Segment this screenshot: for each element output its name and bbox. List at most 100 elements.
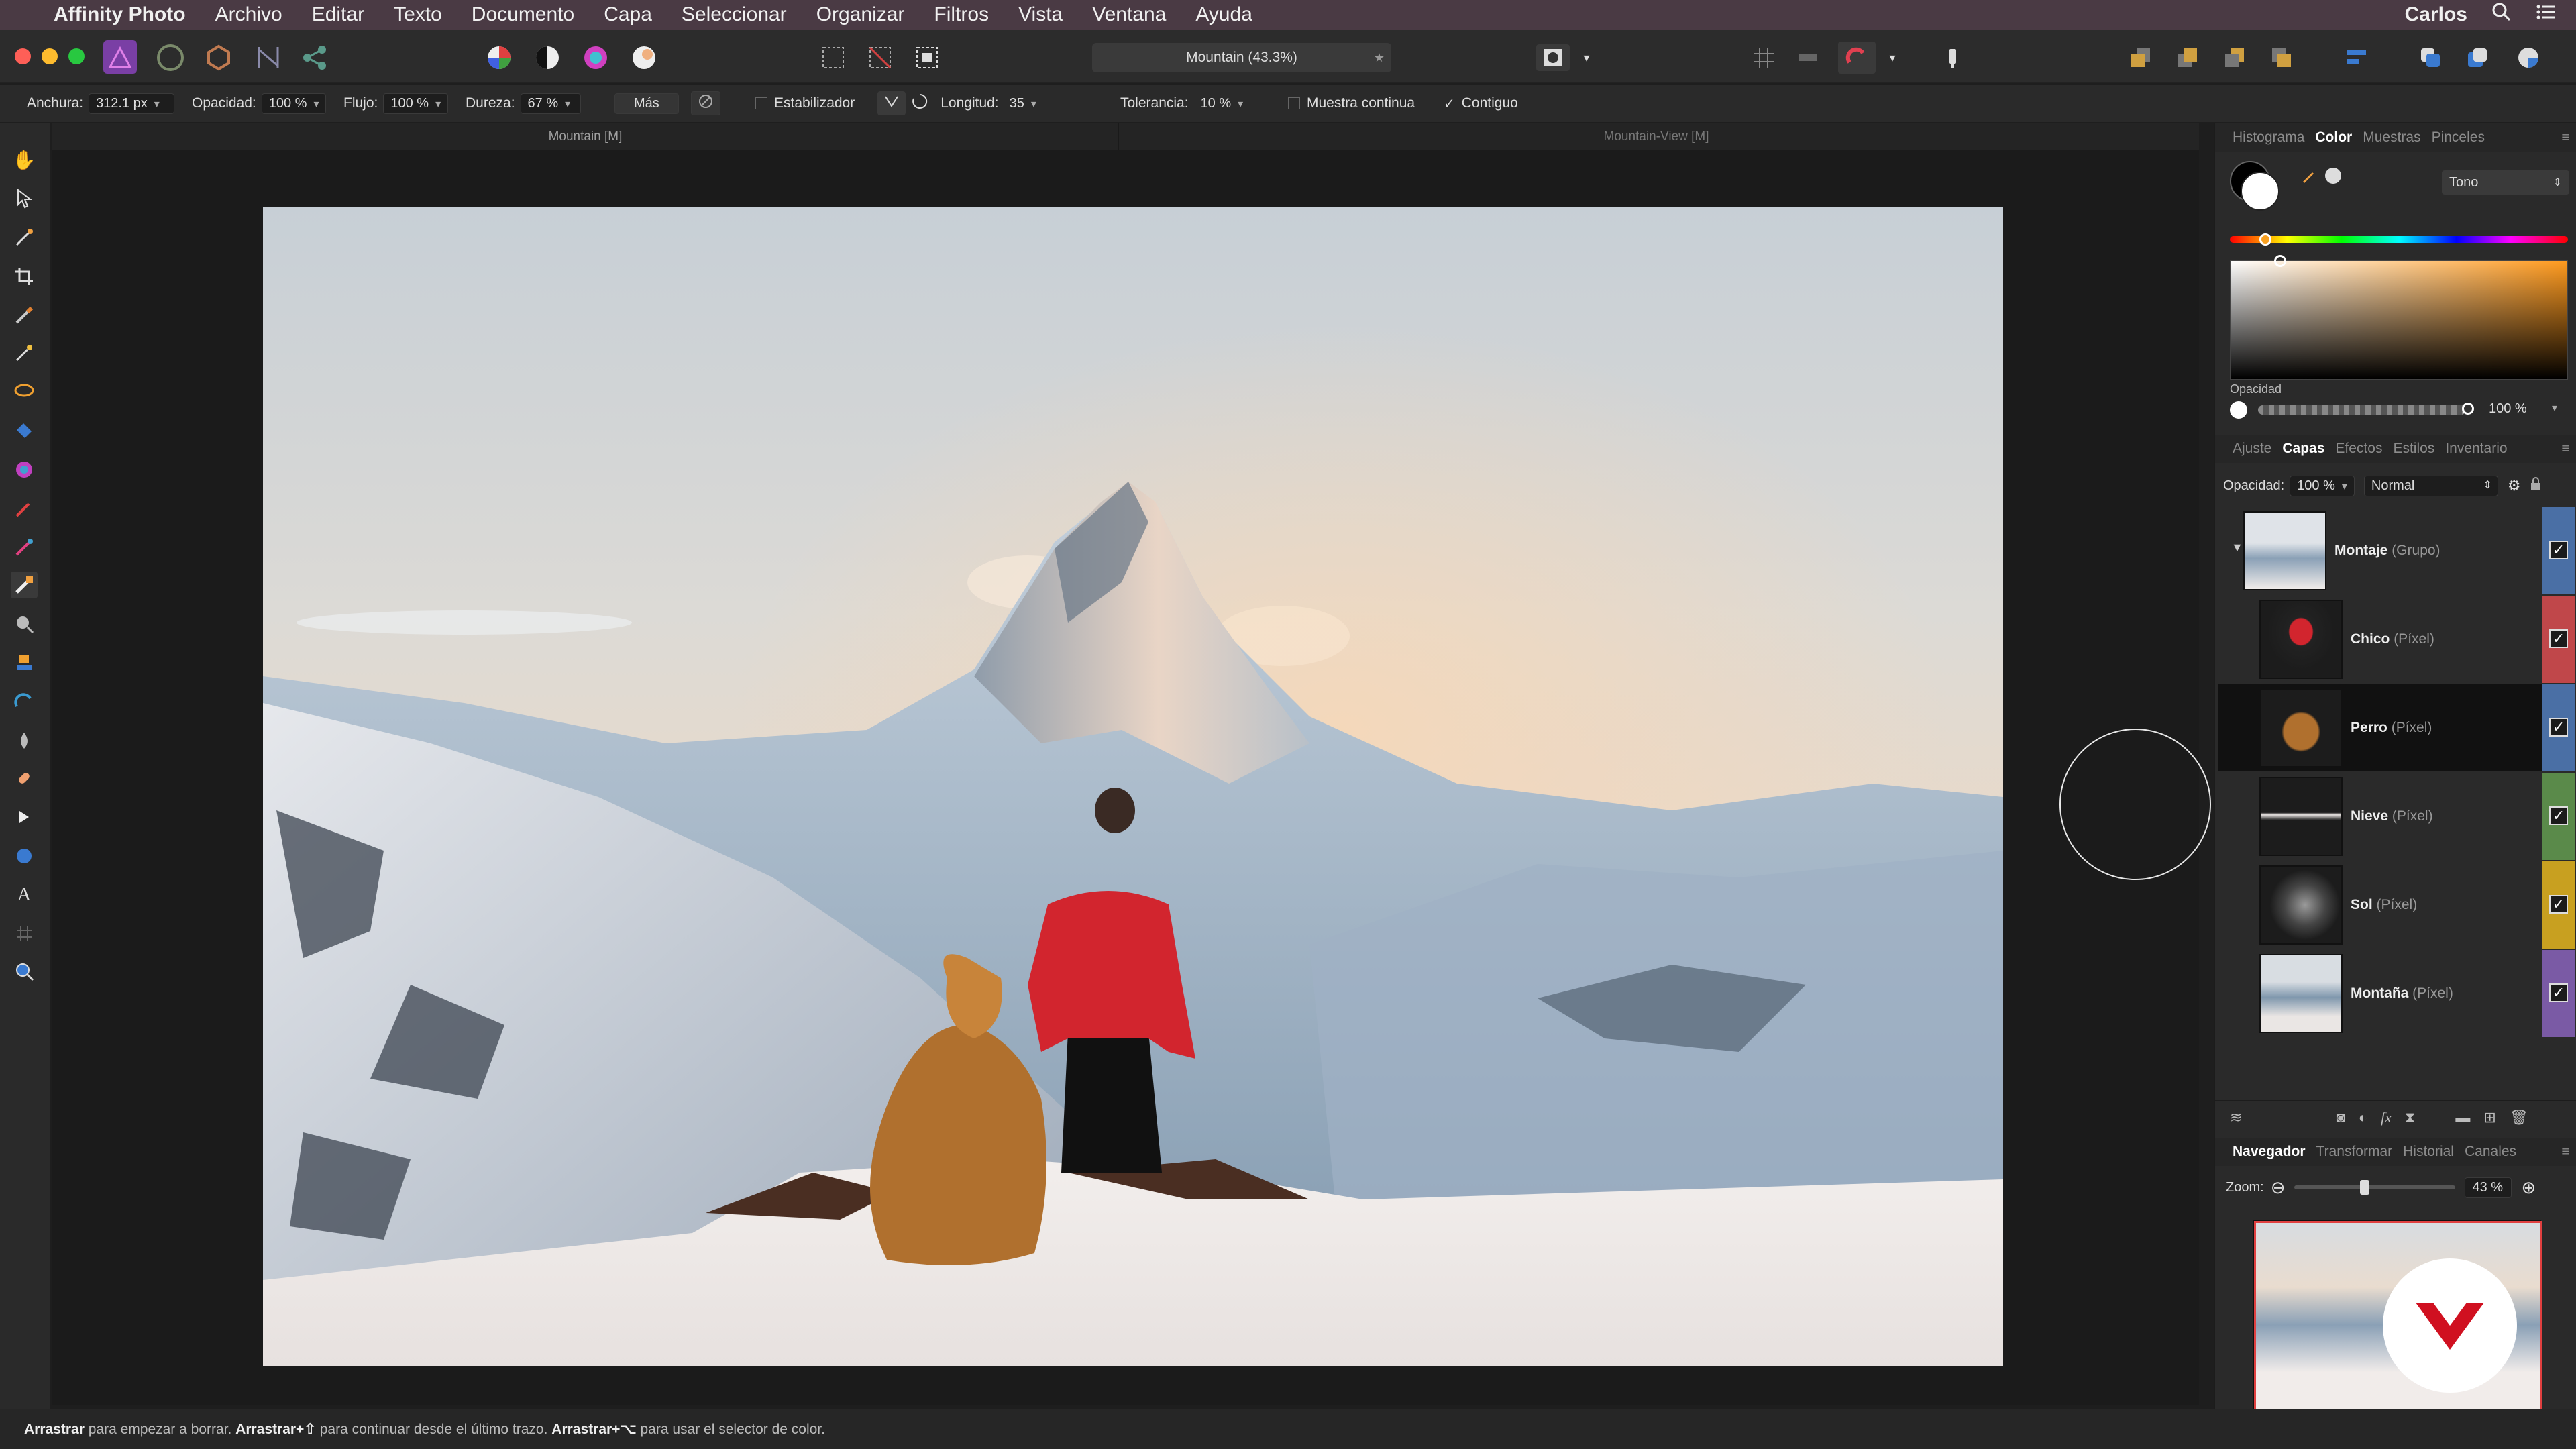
star-icon[interactable]: ★	[1374, 51, 1385, 65]
healing-icon[interactable]	[11, 765, 38, 792]
studio-icon[interactable]	[2513, 44, 2544, 71]
layer-visibility-checkbox[interactable]: ✓	[2549, 629, 2568, 648]
clone-icon[interactable]	[11, 649, 38, 676]
move-to-back-icon[interactable]	[2125, 44, 2156, 71]
auto-contrast-icon[interactable]	[534, 44, 561, 71]
develop-persona-icon[interactable]	[205, 44, 232, 71]
hue-slider[interactable]	[2230, 236, 2568, 243]
continuous-checkbox[interactable]	[1288, 97, 1300, 109]
zoom-slider[interactable]	[2294, 1180, 2456, 1195]
assistant-icon[interactable]	[1936, 44, 1970, 71]
menu-ventana[interactable]: Ventana	[1092, 3, 1166, 26]
width-field[interactable]: 312.1 px	[89, 93, 175, 114]
eyedropper-icon[interactable]	[2300, 166, 2320, 186]
tab-transformar[interactable]: Transformar	[2316, 1144, 2393, 1160]
length-field[interactable]: 35	[1003, 94, 1057, 113]
layer-row-montana[interactable]: Montaña (Píxel) ✓	[2218, 950, 2575, 1037]
layer-visibility-checkbox[interactable]: ✓	[2549, 718, 2568, 737]
layer-row-perro[interactable]: Perro (Píxel) ✓	[2218, 684, 2575, 771]
forward-one-icon[interactable]	[2219, 44, 2250, 71]
snapping-icon[interactable]	[1838, 42, 1876, 74]
list-menu-icon[interactable]	[2536, 2, 2556, 28]
color-picker-handle[interactable]	[2274, 255, 2286, 267]
export-persona-icon[interactable]	[302, 44, 329, 71]
mask-layer-icon[interactable]: ◙	[2336, 1109, 2345, 1126]
close-window-icon[interactable]	[15, 48, 31, 64]
zoom-icon[interactable]	[11, 958, 38, 985]
gear-icon[interactable]: ⚙	[2508, 477, 2521, 494]
tab-capas[interactable]: Capas	[2282, 441, 2324, 457]
stabilizer-checkbox[interactable]	[755, 97, 767, 109]
zoom-out-icon[interactable]: ⊖	[2271, 1177, 2286, 1198]
retouch-icon[interactable]	[11, 688, 38, 715]
snapping-dropdown-icon[interactable]: ▾	[1882, 44, 1902, 71]
flow-field[interactable]: 100 %	[383, 93, 449, 114]
menu-ayuda[interactable]: Ayuda	[1195, 3, 1252, 26]
color-picker-icon[interactable]	[11, 456, 38, 483]
erase-brush-icon[interactable]	[11, 572, 38, 598]
move-icon[interactable]	[11, 185, 38, 212]
search-icon[interactable]	[2491, 2, 2512, 28]
minimize-window-icon[interactable]	[42, 48, 58, 64]
menu-app-name[interactable]: Affinity Photo	[54, 3, 186, 26]
layer-visibility-checkbox[interactable]: ✓	[2549, 983, 2568, 1002]
layer-opacity-field[interactable]: 100 %	[2290, 475, 2355, 496]
blend-mode-select[interactable]: Normal ⇕	[2363, 475, 2498, 496]
folder-icon[interactable]: ▬	[2455, 1109, 2470, 1126]
opacity-field[interactable]: 100 %	[261, 93, 327, 114]
hand-icon[interactable]: ✋	[11, 146, 38, 173]
layer-row-montaje[interactable]: ▼ Montaje (Grupo) ✓	[2218, 507, 2575, 594]
tab-mountain-view[interactable]: Mountain-View [M]	[1123, 123, 2190, 150]
lock-icon[interactable]	[2530, 477, 2541, 494]
selection-brush-icon[interactable]	[11, 302, 38, 329]
menu-vista[interactable]: Vista	[1018, 3, 1063, 26]
live-filter-icon[interactable]: ⧗	[2405, 1109, 2415, 1126]
mesh-icon[interactable]	[11, 920, 38, 947]
zoom-value[interactable]: 43 %	[2465, 1177, 2512, 1198]
color-replacement-icon[interactable]	[11, 534, 38, 561]
menu-documento[interactable]: Documento	[472, 3, 574, 26]
quick-mask-dropdown-icon[interactable]: ▾	[1576, 44, 1597, 71]
align-icon[interactable]	[2341, 44, 2372, 71]
tab-mountain[interactable]: Mountain [M]	[52, 123, 1119, 150]
color-opacity-slider[interactable]	[2258, 405, 2466, 415]
layer-row-sol[interactable]: Sol (Píxel) ✓	[2218, 861, 2575, 949]
crop-icon[interactable]	[11, 263, 38, 290]
tab-color[interactable]: Color	[2315, 129, 2352, 146]
liquify-persona-icon[interactable]	[157, 44, 184, 71]
zoom-slider-handle[interactable]	[2359, 1180, 2369, 1195]
menu-texto[interactable]: Texto	[394, 3, 442, 26]
dodge-icon[interactable]	[11, 610, 38, 637]
user-name[interactable]: Carlos	[2405, 3, 2467, 26]
quick-mask-icon[interactable]	[1536, 44, 1570, 71]
tab-ajuste[interactable]: Ajuste	[2233, 441, 2271, 457]
invert-selection-icon[interactable]	[914, 44, 941, 71]
color-mode-select[interactable]: Tono ⇕	[2442, 170, 2569, 195]
tab-navegador[interactable]: Navegador	[2233, 1144, 2306, 1160]
trash-icon[interactable]: 🗑	[2510, 1109, 2528, 1126]
personas-icon[interactable]	[2415, 44, 2446, 71]
tab-muestras[interactable]: Muestras	[2363, 129, 2420, 146]
blur-icon[interactable]	[11, 727, 38, 754]
zoom-window-icon[interactable]	[68, 48, 85, 64]
move-to-front-icon[interactable]	[2266, 44, 2297, 71]
hue-slider-handle[interactable]	[2259, 233, 2271, 246]
eyedropper-icon[interactable]	[11, 224, 38, 251]
window-mode-icon[interactable]	[911, 93, 928, 114]
tab-historial[interactable]: Historial	[2403, 1144, 2454, 1160]
pressure-icon[interactable]	[690, 91, 720, 115]
layer-visibility-checkbox[interactable]: ✓	[2549, 895, 2568, 914]
tab-efectos[interactable]: Efectos	[2335, 441, 2382, 457]
menu-seleccionar[interactable]: Seleccionar	[682, 3, 787, 26]
menu-editar[interactable]: Editar	[312, 3, 364, 26]
magic-wand-icon[interactable]	[11, 339, 38, 366]
auto-white-balance-icon[interactable]	[631, 44, 657, 71]
layer-row-chico[interactable]: Chico (Píxel) ✓	[2218, 596, 2575, 683]
layer-visibility-checkbox[interactable]: ✓	[2549, 806, 2568, 825]
boolean-icon[interactable]	[2462, 44, 2493, 71]
tolerance-field[interactable]: 10 %	[1194, 94, 1254, 113]
tab-pinceles[interactable]: Pinceles	[2432, 129, 2485, 146]
color-opacity-handle[interactable]	[2462, 402, 2474, 415]
saturation-lightness-box[interactable]	[2230, 260, 2568, 380]
auto-colors-icon[interactable]	[582, 44, 609, 71]
